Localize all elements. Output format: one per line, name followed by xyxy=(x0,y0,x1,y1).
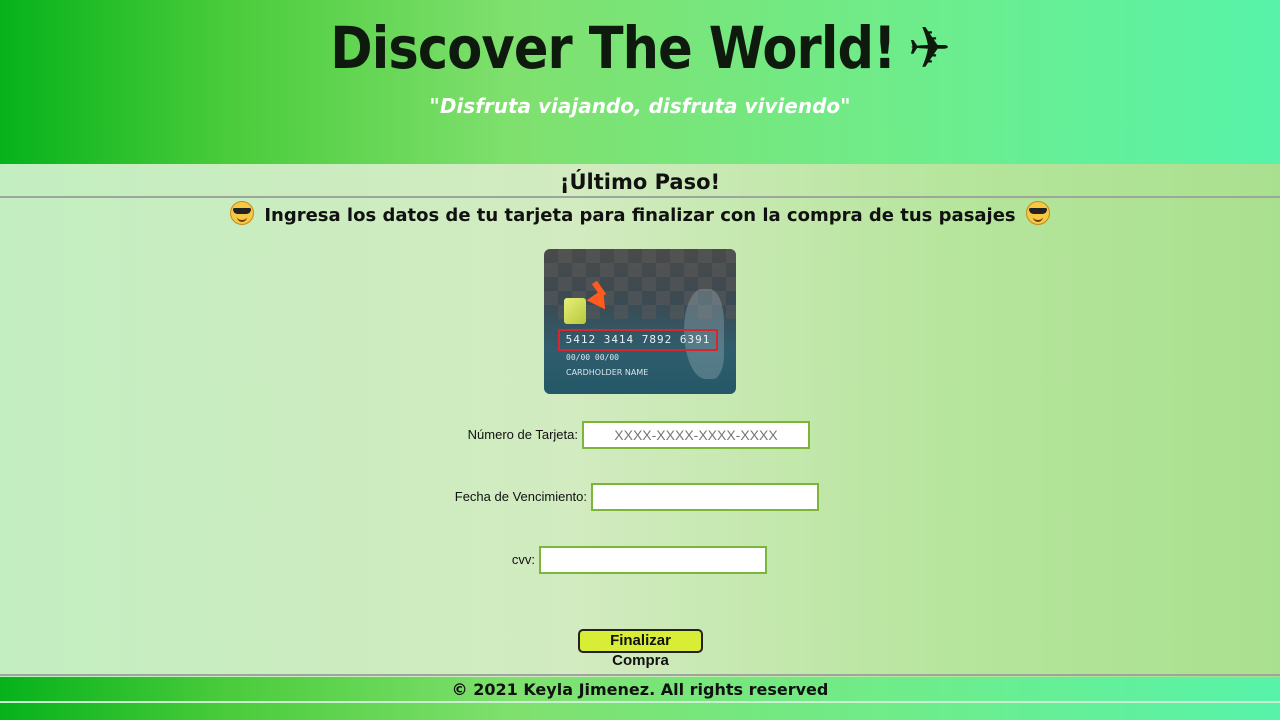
card-number-sample: 5412 3414 7892 6391 xyxy=(558,329,718,351)
cvv-input[interactable] xyxy=(539,546,767,574)
expiry-input[interactable] xyxy=(591,483,819,511)
step-title: ¡Último Paso! xyxy=(0,166,1280,198)
card-dates-sample: 00/00 00/00 xyxy=(566,353,619,362)
tagline: "Disfruta viajando, disfruta viviendo" xyxy=(429,94,851,118)
copyright-text: © 2021 Keyla Jimenez. All rights reserve… xyxy=(451,680,829,699)
expiry-row: Fecha de Vencimiento: xyxy=(0,483,1280,511)
header: Discover The World! ✈ "Disfruta viajando,… xyxy=(0,0,1280,164)
card-chip-icon xyxy=(564,298,586,324)
sunglasses-emoji-icon xyxy=(230,201,255,225)
card-number-row: Número de Tarjeta: xyxy=(0,421,1280,449)
cvv-label: cvv: xyxy=(511,552,535,567)
sunglasses-emoji-icon xyxy=(1025,201,1050,225)
site-title-text: Discover The World! xyxy=(330,14,896,82)
site-title: Discover The World! ✈ xyxy=(77,8,1203,88)
expiry-label: Fecha de Vencimiento: xyxy=(454,489,587,504)
instruction: Ingresa los datos de tu tarjeta para fin… xyxy=(0,201,1280,231)
finalizar-compra-button[interactable]: Finalizar Compra xyxy=(578,629,703,669)
footer: © 2021 Keyla Jimenez. All rights reserve… xyxy=(0,677,1280,720)
footer-divider xyxy=(0,674,1280,676)
cvv-row: cvv: xyxy=(0,546,1280,574)
card-holder-sample: CARDHOLDER NAME xyxy=(566,368,649,377)
card-number-input[interactable] xyxy=(582,421,810,449)
credit-card-image: 5412 3414 7892 6391 00/00 00/00 CARDHOLD… xyxy=(544,249,736,394)
card-number-label: Número de Tarjeta: xyxy=(467,427,578,442)
instruction-text: Ingresa los datos de tu tarjeta para fin… xyxy=(264,205,1016,226)
airplane-icon: ✈ xyxy=(907,14,951,82)
